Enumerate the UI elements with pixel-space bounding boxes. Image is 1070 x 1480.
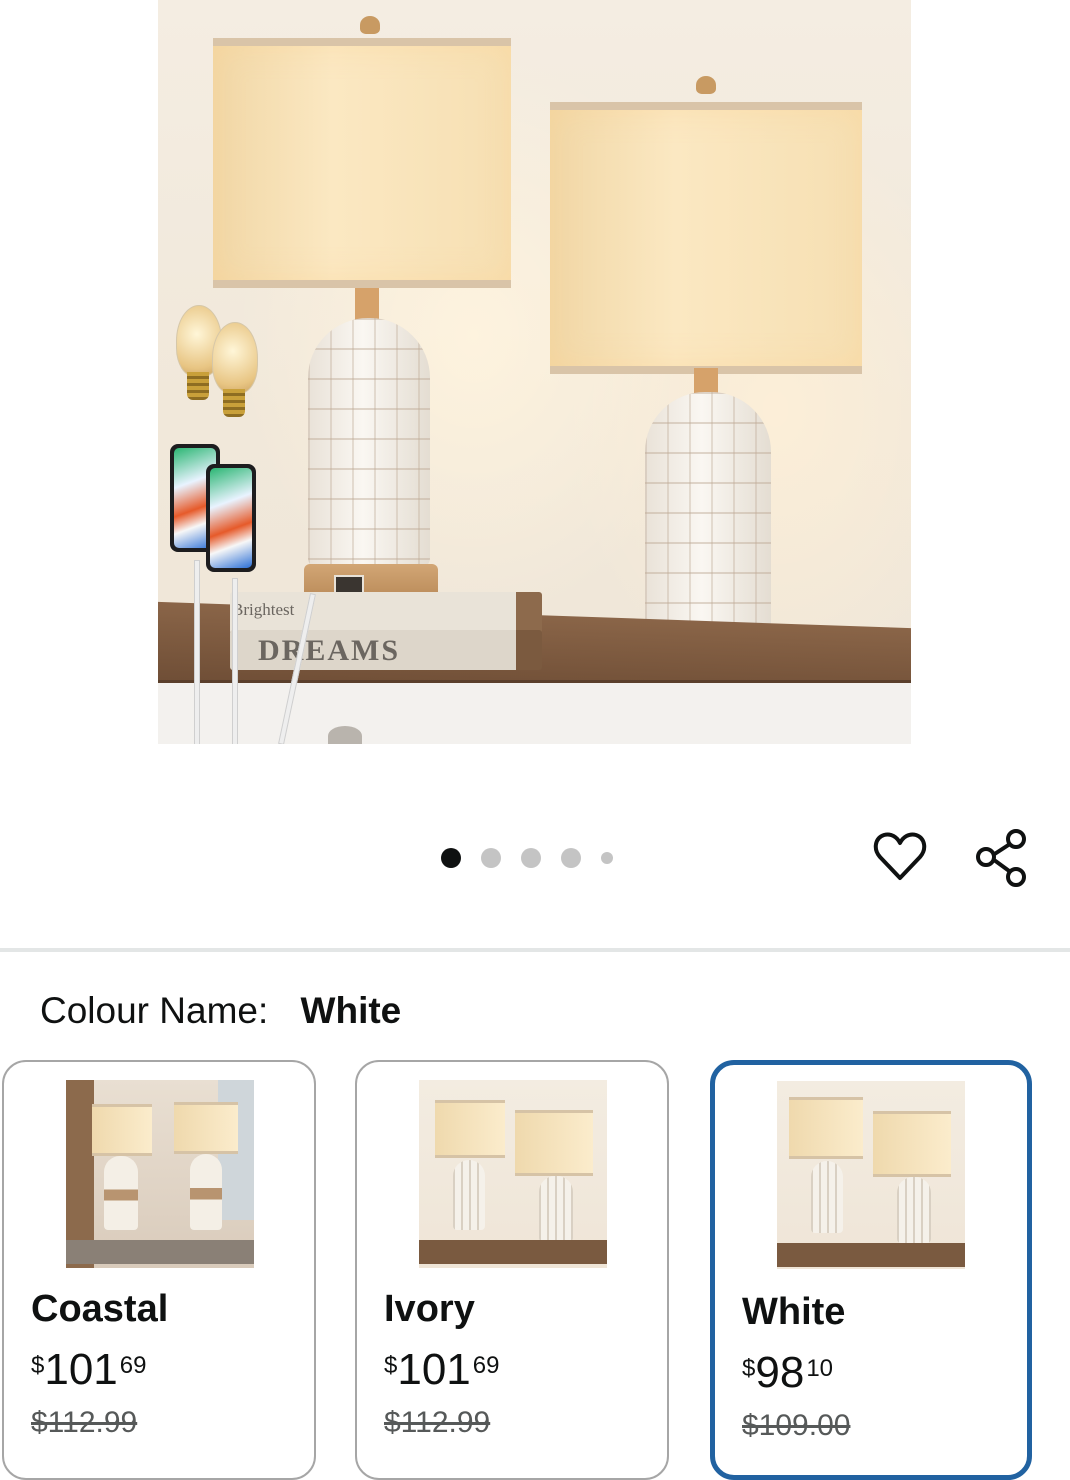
- swatch-price: $ 101 69: [31, 1348, 146, 1392]
- colour-swatch-coastal[interactable]: Coastal $ 101 69 $112.99: [2, 1060, 316, 1480]
- carousel-dot[interactable]: [521, 848, 541, 868]
- right-lamp-finial: [696, 76, 716, 94]
- drawer-knob: [328, 726, 362, 744]
- bulb: [212, 322, 258, 394]
- price-whole: 98: [755, 1348, 805, 1397]
- swatch-price: $ 101 69: [384, 1348, 499, 1392]
- carousel-dot[interactable]: [561, 848, 581, 868]
- share-button[interactable]: [970, 826, 1032, 888]
- price-currency: $: [384, 1352, 398, 1379]
- share-icon: [976, 829, 1026, 887]
- swatch-list-price: $112.99: [384, 1406, 491, 1439]
- product-image[interactable]: Brightest DREAMS: [158, 0, 911, 744]
- price-currency: $: [31, 1352, 45, 1379]
- colour-label: Colour Name:: [40, 990, 269, 1031]
- swatch-thumbnail: [777, 1081, 965, 1269]
- left-lamp-body: [308, 318, 430, 568]
- price-whole: 101: [44, 1345, 118, 1394]
- swatch-thumbnail: [419, 1080, 607, 1268]
- book-title-small: Brightest: [232, 600, 295, 619]
- book-title-large: DREAMS: [258, 634, 401, 667]
- bulb-base: [223, 389, 245, 417]
- colour-value: White: [300, 990, 402, 1031]
- left-lamp-finial: [360, 16, 380, 34]
- swatch-price: $ 98 10: [742, 1351, 833, 1395]
- charging-cable: [194, 560, 200, 744]
- price-fraction: 10: [806, 1355, 834, 1382]
- left-lamp-shade: [213, 38, 511, 288]
- swatch-name: White: [742, 1291, 846, 1333]
- phone: [206, 464, 256, 572]
- carousel-indicator: [441, 848, 613, 868]
- heart-icon: [873, 832, 927, 880]
- swatch-list-price: $112.99: [31, 1406, 138, 1439]
- carousel-dot-active[interactable]: [441, 848, 461, 868]
- price-whole: 101: [397, 1345, 471, 1394]
- carousel-dot[interactable]: [481, 848, 501, 868]
- swatch-name: Ivory: [384, 1288, 475, 1330]
- bulb-base: [187, 372, 209, 400]
- charging-cable: [232, 578, 238, 744]
- table-front: [158, 680, 911, 744]
- swatch-list-price: $109.00: [742, 1409, 851, 1442]
- price-fraction: 69: [472, 1352, 500, 1379]
- right-lamp-shade: [550, 102, 862, 374]
- price-fraction: 69: [119, 1352, 147, 1379]
- colour-swatch-ivory[interactable]: Ivory $ 101 69 $112.99: [355, 1060, 669, 1480]
- colour-selector-heading: Colour Name: White: [40, 990, 401, 1032]
- swatch-thumbnail: [66, 1080, 254, 1268]
- carousel-dot[interactable]: [601, 852, 613, 864]
- price-currency: $: [742, 1355, 756, 1382]
- wishlist-button[interactable]: [870, 826, 930, 886]
- swatch-name: Coastal: [31, 1288, 169, 1330]
- colour-swatch-white[interactable]: White $ 98 10 $109.00: [710, 1060, 1032, 1480]
- section-divider: [0, 948, 1070, 952]
